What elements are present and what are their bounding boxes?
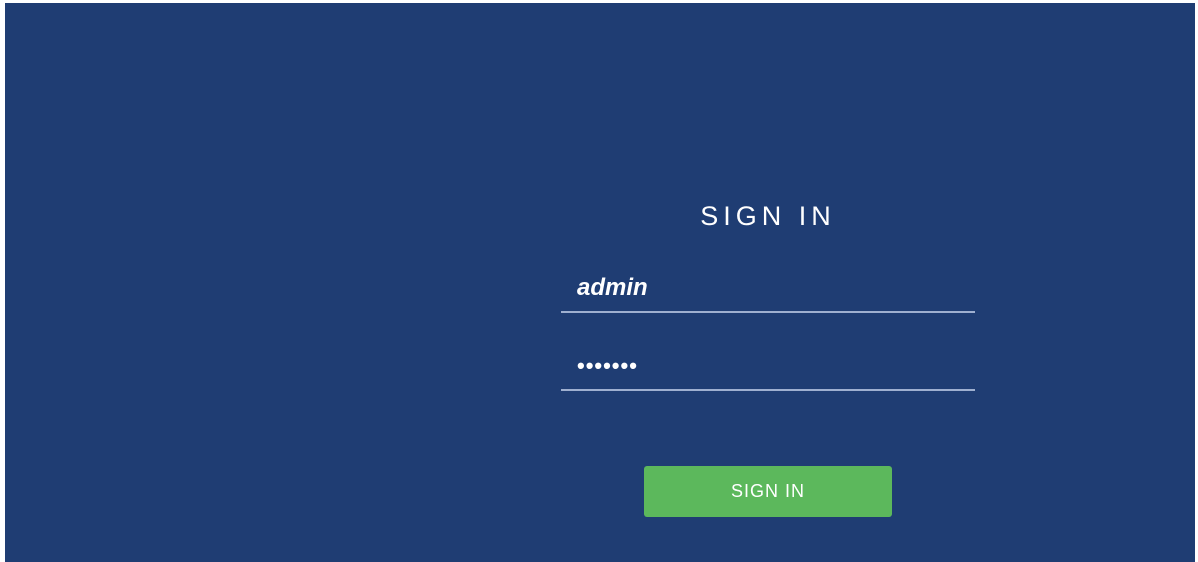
login-screen: SIGN IN SIGN IN xyxy=(5,3,1195,562)
sign-in-button[interactable]: SIGN IN xyxy=(644,466,892,517)
login-panel: SIGN IN SIGN IN xyxy=(561,193,975,533)
page-title: SIGN IN xyxy=(700,201,836,231)
username-input[interactable] xyxy=(561,265,975,313)
password-input[interactable] xyxy=(561,343,975,391)
